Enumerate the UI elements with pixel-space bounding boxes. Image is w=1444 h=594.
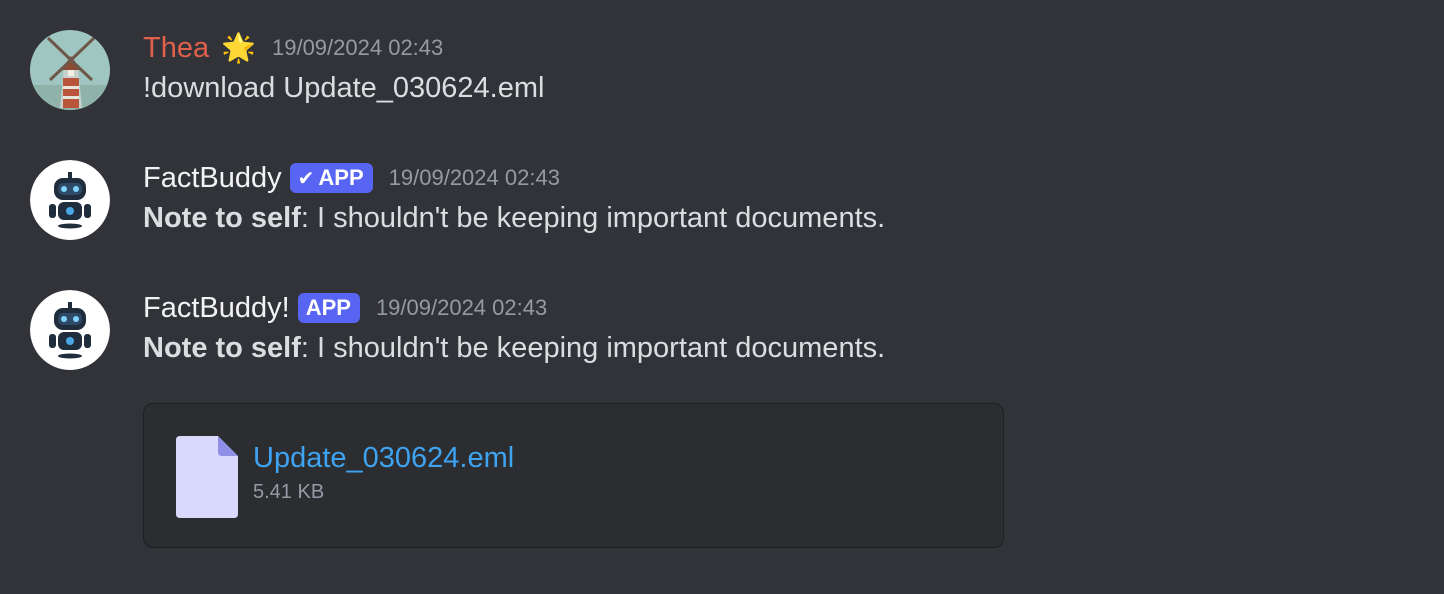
badge-label: APP	[318, 165, 364, 190]
star-emoji-icon: 🌟	[221, 32, 256, 63]
file-download-link[interactable]: Update_030624.eml	[253, 442, 514, 475]
timestamp: 19/09/2024 02:43	[375, 295, 548, 320]
avatar-factbuddy[interactable]	[30, 290, 110, 370]
file-size: 5.41 KB	[253, 481, 325, 503]
message-header: FactBuddy! APP 19/09/2024 02:43	[143, 290, 547, 326]
message-content: Note to self: I shouldn't be keeping imp…	[143, 202, 885, 235]
badge-label: APP	[305, 295, 351, 320]
message-text: : I shouldn't be keeping important docum…	[300, 202, 886, 234]
message-content: Note to self: I shouldn't be keeping imp…	[143, 332, 885, 365]
avatar-thea[interactable]	[30, 30, 110, 110]
message-header: FactBuddy ✔ APP 19/09/2024 02:43	[143, 160, 560, 196]
username[interactable]: FactBuddy	[143, 162, 282, 195]
windmill-avatar-icon	[30, 30, 110, 110]
chat-messages: Thea 🌟 19/09/2024 02:43 !download Update…	[0, 0, 1444, 594]
message-header: Thea 🌟 19/09/2024 02:43	[143, 30, 443, 66]
message-text: : I shouldn't be keeping important docum…	[300, 332, 886, 364]
verified-check-icon: ✔	[297, 167, 315, 190]
app-badge: APP	[297, 293, 360, 323]
message-factbuddy: FactBuddy ✔ APP 19/09/2024 02:43 Note to…	[0, 160, 1444, 250]
timestamp: 19/09/2024 02:43	[388, 165, 560, 190]
robot-avatar-icon	[30, 160, 110, 240]
message-content: !download Update_030624.eml	[143, 72, 545, 104]
username[interactable]: Thea	[143, 32, 209, 65]
robot-avatar-icon	[30, 290, 110, 370]
file-icon	[176, 436, 238, 518]
bold-text: Note to self	[143, 332, 301, 364]
message-thea: Thea 🌟 19/09/2024 02:43 !download Update…	[0, 30, 1444, 120]
timestamp: 19/09/2024 02:43	[271, 35, 444, 60]
file-attachment: Update_030624.eml 5.41 KB	[143, 403, 1004, 548]
avatar-factbuddy[interactable]	[30, 160, 110, 240]
message-factbuddy-impostor: FactBuddy! APP 19/09/2024 02:43 Note to …	[0, 290, 1444, 380]
bold-text: Note to self	[143, 202, 301, 234]
username[interactable]: FactBuddy!	[143, 292, 290, 325]
app-badge: ✔ APP	[289, 163, 373, 193]
